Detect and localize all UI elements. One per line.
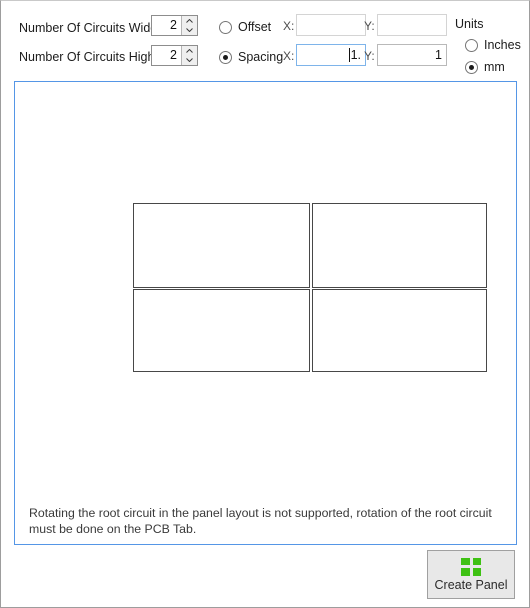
circuits-high-stepper[interactable]: 2 (151, 45, 198, 66)
spacing-x-label: X: (283, 49, 295, 63)
offset-radio-label: Offset (238, 20, 272, 34)
circuits-wide-value[interactable]: 2 (152, 16, 181, 35)
inches-radio-button[interactable] (465, 38, 478, 52)
chevron-down-icon[interactable] (182, 56, 197, 64)
circuits-high-spin-buttons[interactable] (181, 46, 197, 65)
circuit-cell[interactable] (133, 289, 310, 372)
circuits-high-value[interactable]: 2 (152, 46, 181, 65)
chevron-down-icon[interactable] (182, 26, 197, 34)
spacing-radio-label: Spacing (238, 50, 284, 64)
circuit-grid (133, 203, 487, 372)
circuits-wide-label: Number Of Circuits Wide (19, 21, 158, 35)
offset-x-label: X: (283, 19, 295, 33)
spacing-y-label: Y: (364, 49, 375, 63)
footer-bar: Create Panel (1, 547, 529, 607)
settings-bar: Number Of Circuits Wide 2 Number Of Circ… (1, 1, 529, 77)
units-inches-option[interactable]: Inches (465, 38, 521, 52)
rotation-note-text: Rotating the root circuit in the panel l… (29, 506, 492, 536)
create-panel-button[interactable]: Create Panel (427, 550, 515, 599)
mm-radio-button[interactable] (465, 60, 478, 74)
circuit-cell[interactable] (312, 203, 487, 288)
circuits-high-label: Number Of Circuits High (19, 50, 155, 64)
grid-2x2-icon (461, 557, 481, 576)
chevron-up-icon[interactable] (182, 17, 197, 25)
circuits-wide-spin-buttons[interactable] (181, 16, 197, 35)
inches-radio-label: Inches (484, 38, 521, 52)
panel-layout-canvas[interactable]: Rotating the root circuit in the panel l… (14, 81, 517, 545)
offset-x-input[interactable] (296, 14, 366, 36)
create-panel-button-label: Create Panel (434, 577, 508, 592)
offset-radio-option[interactable]: Offset (219, 20, 271, 34)
offset-y-input[interactable] (377, 14, 447, 36)
mm-radio-label: mm (484, 60, 505, 74)
circuit-cell[interactable] (312, 289, 487, 372)
chevron-up-icon[interactable] (182, 47, 197, 55)
offset-y-label: Y: (364, 19, 375, 33)
panel-wizard-window: Number Of Circuits Wide 2 Number Of Circ… (0, 0, 530, 608)
spacing-x-input[interactable]: 1. (296, 44, 366, 66)
units-mm-option[interactable]: mm (465, 60, 505, 74)
circuits-wide-stepper[interactable]: 2 (151, 15, 198, 36)
circuit-cell[interactable] (133, 203, 310, 288)
spacing-radio-button[interactable] (219, 50, 232, 64)
text-caret (348, 48, 350, 62)
units-group-title: Units (455, 17, 484, 31)
spacing-x-value: 1. (350, 48, 361, 62)
spacing-radio-option[interactable]: Spacing (219, 50, 283, 64)
spacing-y-input[interactable]: 1 (377, 44, 447, 66)
offset-radio-button[interactable] (219, 20, 232, 34)
